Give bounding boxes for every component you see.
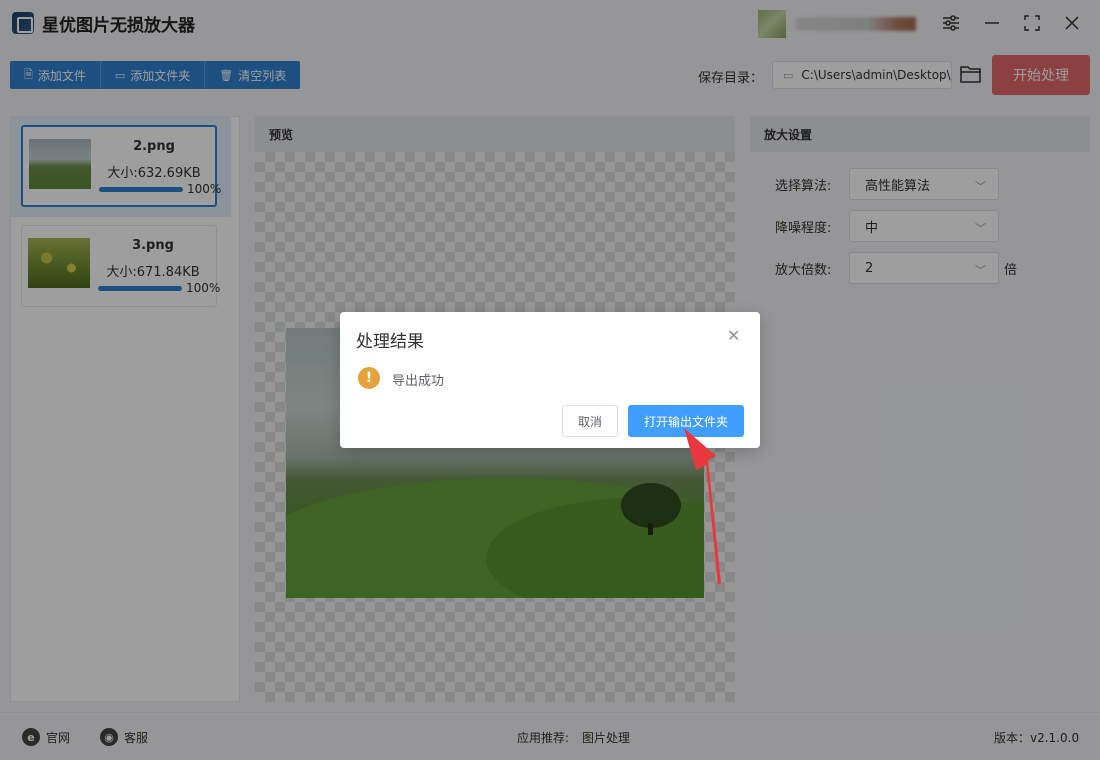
dialog-title: 处理结果: [356, 332, 424, 352]
open-output-folder-button[interactable]: 打开输出文件夹: [628, 405, 744, 437]
warning-icon: !: [358, 367, 380, 389]
dialog-message: 导出成功: [392, 374, 445, 389]
result-dialog: 处理结果 ✕ ! 导出成功 取消 打开输出文件夹: [340, 312, 760, 448]
dialog-close-icon[interactable]: ✕: [727, 326, 740, 345]
cancel-button[interactable]: 取消: [562, 405, 618, 437]
